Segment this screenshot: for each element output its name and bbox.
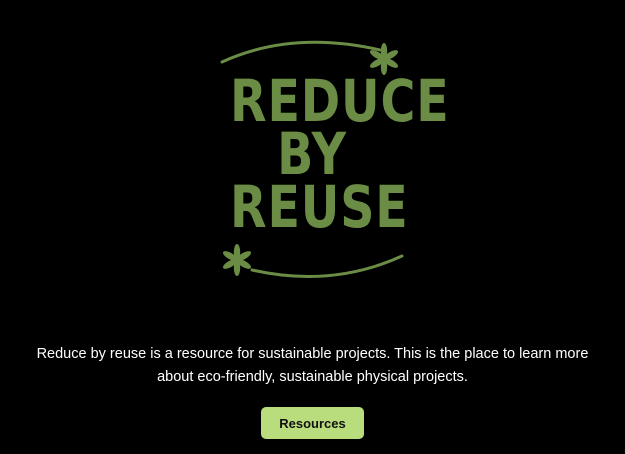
- top-arc: [220, 40, 382, 64]
- bottom-flower-icon: [222, 244, 252, 276]
- reduce-by-reuse-logo: REDUCE BY REUSE: [212, 34, 449, 284]
- logo-wordmark: REDUCE BY REUSE: [230, 72, 449, 241]
- resources-button[interactable]: Resources: [261, 407, 364, 439]
- bottom-arc: [250, 254, 404, 278]
- logo-line-reuse: REUSE: [230, 173, 409, 241]
- intro-description: Reduce by reuse is a resource for sustai…: [36, 346, 589, 385]
